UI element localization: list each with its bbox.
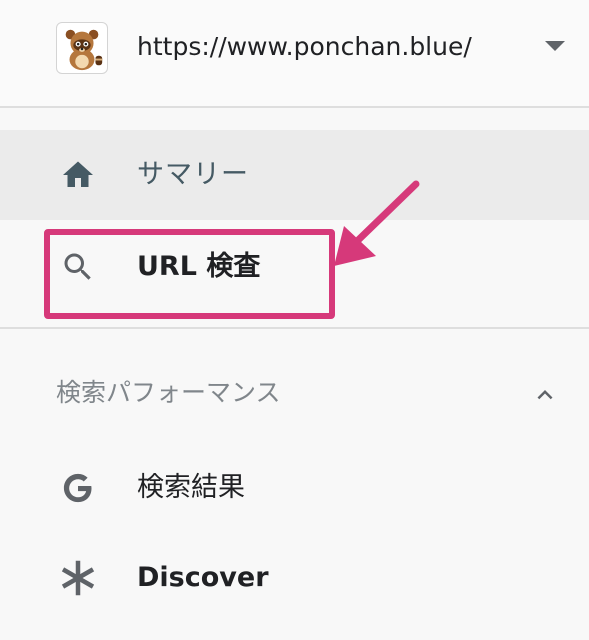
dropdown-arrow-icon[interactable] [545,41,565,51]
property-url: https://www.ponchan.blue/ [137,32,472,61]
annotation-arrow-icon [334,180,420,266]
asterisk-icon [60,560,96,596]
nav-item-discover[interactable]: Discover [0,533,589,623]
tanuki-mascot-icon [56,22,108,74]
property-selector[interactable]: https://www.ponchan.blue/ [0,0,589,108]
nav-label-discover: Discover [137,562,269,593]
nav-item-search-results[interactable]: 検索結果 [0,443,589,533]
nav-label-summary: サマリー [137,159,249,190]
section-divider [0,327,589,329]
chevron-up-icon[interactable] [530,380,560,410]
home-icon [60,157,96,193]
performance-section-header[interactable]: 検索パフォーマンス [0,360,589,430]
section-title: 検索パフォーマンス [56,378,281,407]
nav-label-search-results: 検索結果 [137,472,245,503]
nav-item-summary[interactable]: サマリー [0,130,589,220]
google-g-icon [60,470,96,506]
annotation-highlight-box [44,229,335,319]
